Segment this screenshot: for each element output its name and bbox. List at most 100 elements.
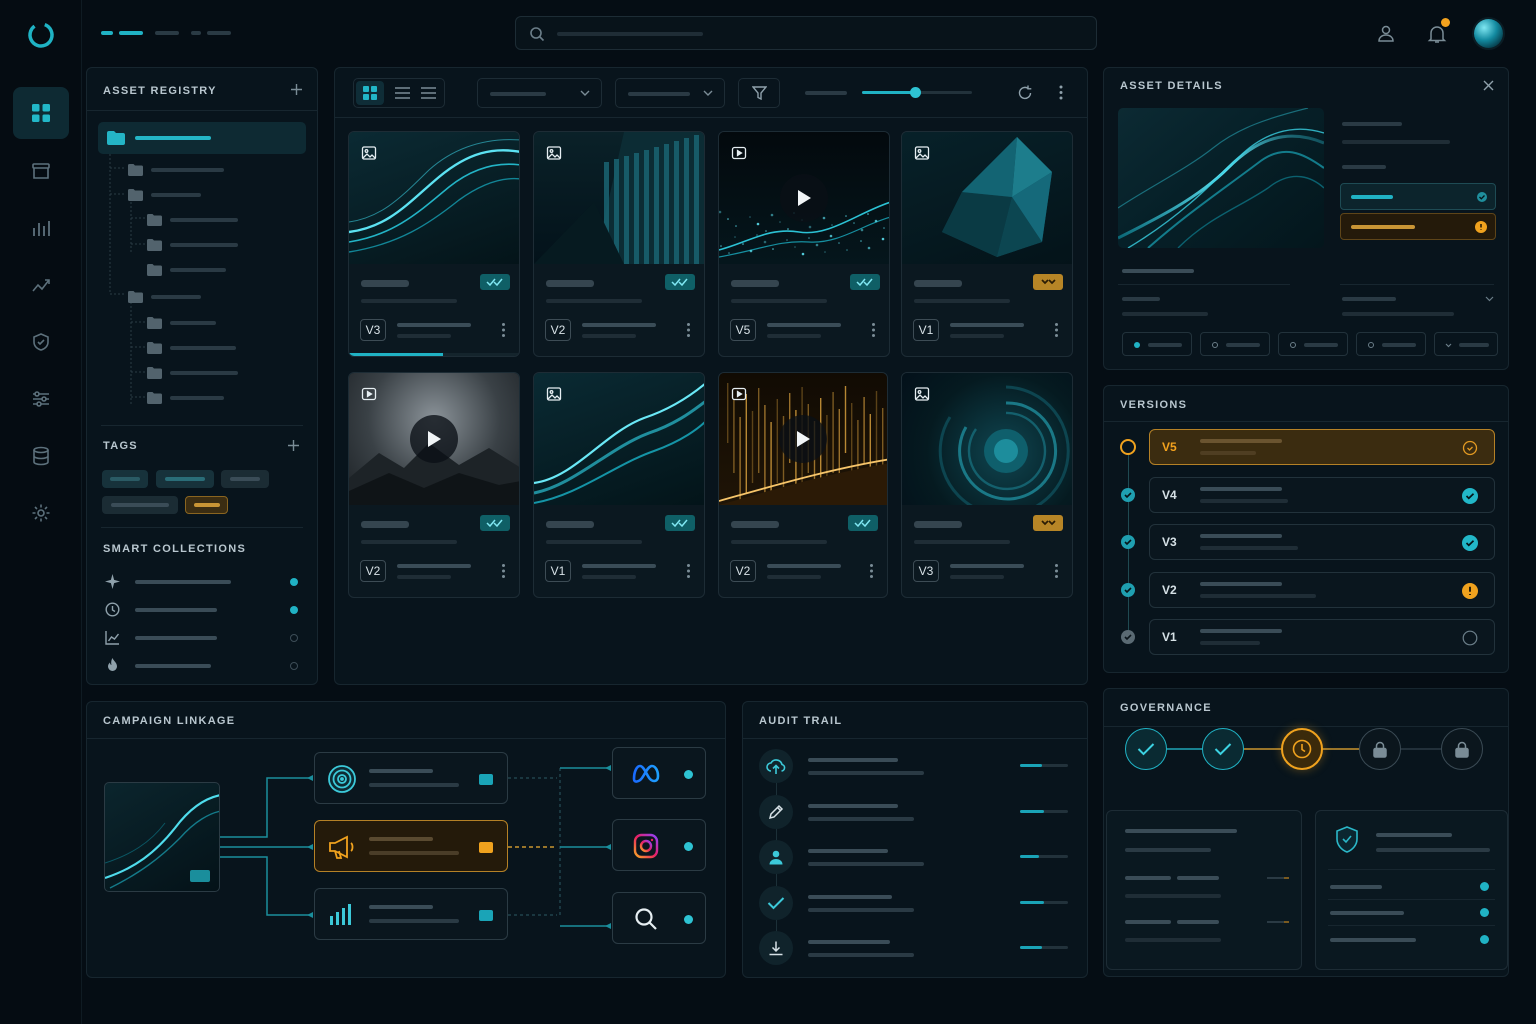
nav-filters-button[interactable] (13, 373, 69, 425)
sort-dropdown[interactable] (477, 78, 602, 108)
asset-card[interactable]: V1 (901, 131, 1073, 357)
search-input[interactable] (515, 16, 1097, 50)
audit-event[interactable] (759, 794, 1089, 831)
attribute-chip[interactable] (1122, 332, 1192, 356)
campaign-node-analytics[interactable] (314, 888, 508, 940)
more-icon[interactable] (1055, 323, 1058, 337)
zoom-slider[interactable] (862, 87, 972, 98)
type-dropdown[interactable] (615, 78, 725, 108)
smart-collection-item[interactable] (105, 657, 305, 675)
filter-button[interactable] (738, 78, 780, 108)
approval-step-locked[interactable] (1441, 728, 1483, 770)
more-icon[interactable] (870, 564, 873, 578)
play-button[interactable] (779, 415, 827, 463)
asset-line-placeholder (950, 334, 1004, 338)
breadcrumb[interactable] (101, 31, 231, 35)
nav-trends-button[interactable] (13, 259, 69, 311)
more-icon[interactable] (687, 564, 690, 578)
zoom-slider-thumb[interactable] (909, 87, 921, 98)
audit-event[interactable] (759, 885, 1089, 922)
smart-collection-item[interactable] (105, 573, 305, 591)
tree-item[interactable] (147, 365, 238, 381)
more-icon[interactable] (502, 323, 505, 337)
tree-item[interactable] (128, 162, 224, 178)
add-tag-icon[interactable] (287, 439, 300, 452)
tree-item[interactable] (128, 289, 201, 305)
tag-chip[interactable] (102, 496, 178, 514)
nav-storage-button[interactable] (13, 430, 69, 482)
attribute-chip[interactable] (1356, 332, 1426, 356)
ring-logo-icon[interactable] (26, 20, 56, 50)
preview-image[interactable] (1118, 108, 1324, 248)
audit-event[interactable] (759, 840, 1089, 876)
more-icon[interactable] (502, 564, 505, 578)
tree-item-root[interactable] (98, 122, 306, 154)
tree-item[interactable] (147, 340, 236, 356)
attribute-chip[interactable] (1278, 332, 1348, 356)
metadata-field-warning[interactable] (1340, 213, 1496, 240)
version-row[interactable]: V5 (1149, 429, 1495, 465)
tree-item[interactable] (147, 212, 238, 228)
audit-event[interactable] (759, 749, 1089, 785)
campaign-source-asset[interactable] (104, 782, 220, 892)
list-view-icon[interactable] (395, 86, 410, 100)
chevron-down-icon (1485, 296, 1494, 302)
version-row[interactable]: V2 (1149, 571, 1495, 608)
more-icon[interactable] (687, 323, 690, 337)
smart-collection-item[interactable] (105, 629, 305, 647)
tag-chip[interactable] (221, 470, 269, 488)
user-icon[interactable] (1377, 24, 1395, 42)
metadata-dropdown[interactable] (1340, 290, 1498, 320)
play-button[interactable] (410, 415, 458, 463)
approval-step-done[interactable] (1125, 728, 1167, 770)
attribute-chip[interactable] (1200, 332, 1270, 356)
image-type-icon (361, 145, 377, 161)
campaign-node-announcement[interactable] (314, 820, 508, 872)
version-row[interactable]: V1 (1149, 619, 1495, 655)
tree-item[interactable] (147, 315, 216, 331)
tag-chip-highlight[interactable] (185, 496, 228, 514)
refresh-icon[interactable] (1017, 85, 1033, 101)
asset-card[interactable]: V2 (533, 131, 705, 357)
more-icon[interactable] (1059, 85, 1063, 100)
audit-event[interactable] (759, 931, 1089, 967)
play-button[interactable] (780, 174, 828, 222)
campaign-node-targeting[interactable] (314, 752, 508, 804)
nav-settings-button[interactable] (13, 487, 69, 539)
approval-step-done[interactable] (1202, 728, 1244, 770)
compact-view-icon[interactable] (421, 86, 436, 100)
asset-card[interactable]: V3 (348, 131, 520, 357)
asset-card[interactable]: V5 (718, 131, 890, 357)
approval-step-locked[interactable] (1359, 728, 1401, 770)
platform-node-search[interactable] (612, 892, 706, 944)
tag-chip[interactable] (102, 470, 148, 488)
attribute-chip[interactable] (1434, 332, 1498, 356)
nav-analytics-button[interactable] (13, 202, 69, 254)
more-icon[interactable] (1055, 564, 1058, 578)
platform-node-instagram[interactable] (612, 819, 706, 871)
tree-item[interactable] (147, 237, 238, 253)
nav-dashboard-button[interactable] (13, 87, 69, 139)
version-row[interactable]: V3 (1149, 524, 1495, 560)
asset-card[interactable]: V1 (533, 372, 705, 598)
asset-card[interactable]: V2 (718, 372, 888, 598)
tree-item[interactable] (147, 262, 226, 278)
nav-security-button[interactable] (13, 316, 69, 368)
approval-step-pending[interactable] (1281, 728, 1323, 770)
tree-item[interactable] (128, 187, 201, 203)
metadata-field-active[interactable] (1340, 183, 1496, 210)
asset-card[interactable]: V3 (901, 372, 1073, 598)
more-icon[interactable] (872, 323, 875, 337)
asset-card[interactable]: V2 (348, 372, 520, 598)
tree-item[interactable] (147, 390, 224, 406)
bell-icon[interactable] (1427, 24, 1447, 44)
close-icon[interactable] (1483, 80, 1494, 91)
grid-view-button[interactable] (356, 81, 384, 105)
platform-node-meta[interactable] (612, 747, 706, 799)
tag-chip[interactable] (156, 470, 214, 488)
add-folder-icon[interactable] (290, 83, 303, 96)
smart-collection-item[interactable] (105, 601, 305, 619)
nav-archive-button[interactable] (13, 145, 69, 197)
version-row[interactable]: V4 (1149, 476, 1495, 513)
avatar[interactable] (1474, 19, 1503, 48)
